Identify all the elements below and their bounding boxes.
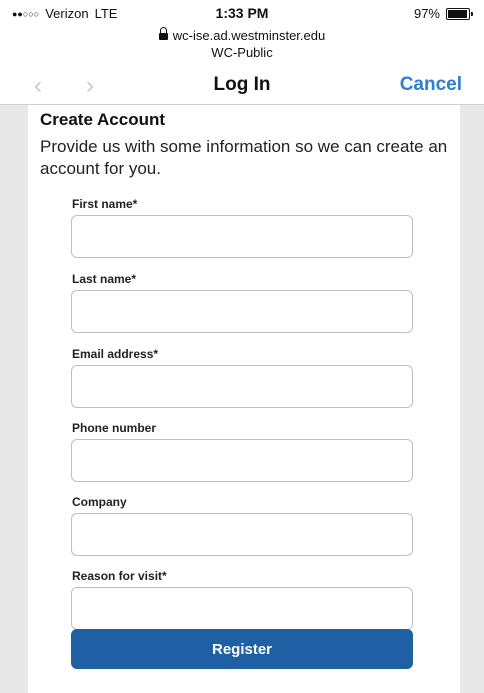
battery-percent: 97% — [413, 6, 440, 21]
status-bar: ●●○○○ Verizon LTE 1:33 PM 97% — [0, 0, 484, 28]
status-right: 97% — [413, 6, 473, 21]
status-time: 1:33 PM — [215, 5, 269, 21]
url-text: wc-ise.ad.westminster.edu — [172, 28, 326, 43]
last-name-label: Last name* — [72, 272, 137, 286]
lock-icon — [158, 27, 168, 40]
url-display: wc-ise.ad.westminster.edu — [0, 27, 484, 43]
phone-label: Phone number — [72, 421, 157, 435]
network-subtitle: WC-Public — [211, 45, 273, 60]
cancel-button[interactable]: Cancel — [400, 74, 462, 96]
navigation-bar: ‹ › Log In Cancel — [0, 66, 484, 106]
email-label: Email address* — [72, 347, 159, 361]
company-input[interactable] — [71, 513, 413, 556]
first-name-input[interactable] — [71, 215, 413, 258]
reason-input[interactable] — [71, 587, 413, 630]
email-input[interactable] — [71, 365, 413, 408]
form-intro: Provide us with some information so we c… — [40, 137, 448, 178]
web-content: Create Account Provide us with some info… — [0, 104, 484, 693]
first-name-label: First name* — [72, 197, 138, 211]
last-name-input[interactable] — [71, 290, 413, 333]
phone-input[interactable] — [71, 439, 413, 482]
register-button[interactable]: Register — [71, 629, 413, 669]
form-heading: Create Account — [40, 110, 166, 129]
reason-label: Reason for visit* — [72, 569, 167, 583]
company-label: Company — [72, 495, 127, 509]
form-panel: Create Account Provide us with some info… — [28, 105, 460, 693]
battery-icon — [446, 7, 473, 20]
